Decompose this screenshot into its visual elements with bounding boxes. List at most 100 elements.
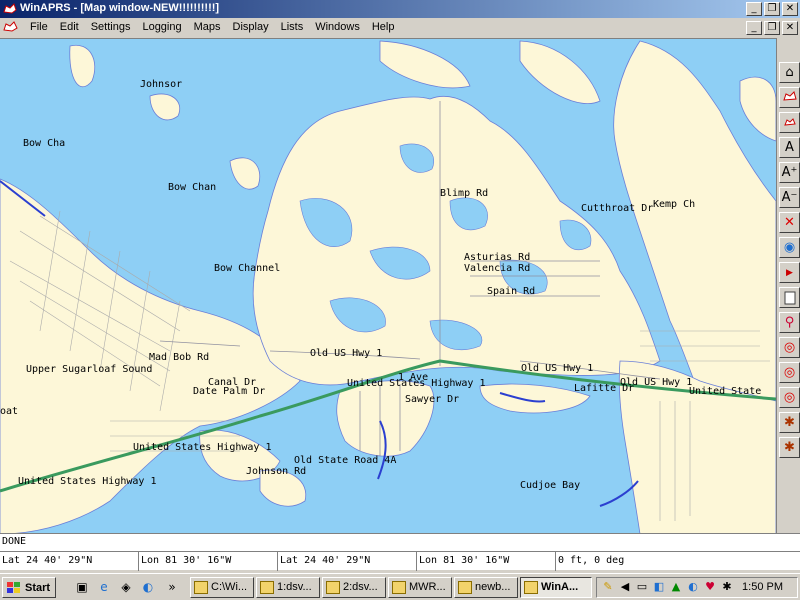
map-label-johnsor: Johnsor xyxy=(140,79,183,90)
task-button-dsv-1[interactable]: 1:dsv... xyxy=(256,577,320,598)
map-label-us-highway-1-left: United States Highway 1 xyxy=(18,476,157,487)
tray-antivirus-icon[interactable]: ▲ xyxy=(669,580,683,594)
winaprs-app-icon[interactable] xyxy=(3,2,17,16)
close-button[interactable]: ✕ xyxy=(782,2,798,16)
map-label-cutthroat-dr: Cutthroat Dr xyxy=(581,203,654,214)
task-button-winaprs[interactable]: WinA... xyxy=(520,577,592,598)
windows-logo-icon xyxy=(7,581,20,593)
target-icon-2[interactable]: ◎ xyxy=(779,362,800,383)
title-bar: WinAPRS - [Map window-NEW!!!!!!!!!!] _ ❐… xyxy=(0,0,800,18)
task-button-mwr[interactable]: MWR... xyxy=(388,577,452,598)
map-label-kemp-ch: Kemp Ch xyxy=(653,199,696,210)
map-label-old-us-hwy-1-b: Old US Hwy 1 xyxy=(521,363,594,374)
show-desktop-icon[interactable]: ▣ xyxy=(74,579,90,595)
menu-lists[interactable]: Lists xyxy=(275,21,310,33)
clear-icon[interactable]: ✕ xyxy=(779,212,800,233)
window-title: WinAPRS - [Map window-NEW!!!!!!!!!!] xyxy=(20,2,220,14)
folder-icon xyxy=(194,581,208,594)
winaprs-icon xyxy=(524,581,538,594)
tray-monitor-icon[interactable]: ▭ xyxy=(635,580,649,594)
map-label-united-state-right: United State xyxy=(689,386,762,397)
channels-icon[interactable]: ◈ xyxy=(118,579,134,595)
map-canvas[interactable]: Johnsor Bow Cha Bow Chan Bow Channel Bli… xyxy=(0,38,776,533)
doc-minimize-button[interactable]: _ xyxy=(746,21,762,35)
font-smaller-icon[interactable]: A⁻ xyxy=(779,187,800,208)
map-label-bow-channel: Bow Channel xyxy=(214,263,281,274)
task-button-explorer[interactable]: C:\Wi... xyxy=(190,577,254,598)
longitude-readout-2: Lon 81 30' 16"W xyxy=(417,552,556,571)
tray-volume-icon[interactable]: ◀ xyxy=(618,580,632,594)
outlook-icon[interactable]: ◐ xyxy=(140,579,156,595)
map-label-bow-cha: Bow Cha xyxy=(23,138,66,149)
tray-shield-icon[interactable]: ♥ xyxy=(703,580,717,594)
map-label-old-us-hwy-1-c: Old US Hwy 1 xyxy=(620,377,693,388)
bug-icon-1[interactable]: ✱ xyxy=(779,412,800,433)
map-label-oat: oat xyxy=(0,406,19,417)
latitude-readout-1: Lat 24 40' 29"N xyxy=(0,552,139,571)
target-icon-1[interactable]: ◎ xyxy=(779,337,800,358)
map-label-blimp-rd: Blimp Rd xyxy=(440,188,489,199)
document-window-icon[interactable] xyxy=(3,21,19,35)
tray-network-icon[interactable]: ◧ xyxy=(652,580,666,594)
map-label-bow-chan: Bow Chan xyxy=(168,182,217,193)
tray-messenger-icon[interactable]: ◐ xyxy=(686,580,700,594)
map-label-cudjoe-bay: Cudjoe Bay xyxy=(520,480,581,491)
play-icon[interactable]: ▶ xyxy=(779,262,800,283)
map-label-date-palm-dr: Date Palm Dr xyxy=(193,386,266,397)
latitude-readout-2: Lat 24 40' 29"N xyxy=(278,552,417,571)
program-icon xyxy=(458,581,472,594)
task-button-dsv-2[interactable]: 2:dsv... xyxy=(322,577,386,598)
clock[interactable]: 1:50 PM xyxy=(742,581,783,593)
menu-file[interactable]: File xyxy=(24,21,54,33)
system-tray: ✎ ◀ ▭ ◧ ▲ ◐ ♥ ✱ 1:50 PM xyxy=(596,577,798,598)
map-label-old-state-road-4a: Old State Road 4A xyxy=(294,455,397,466)
tray-pen-icon[interactable]: ✎ xyxy=(601,580,615,594)
menu-maps[interactable]: Maps xyxy=(188,21,227,33)
map-label-johnson-rd: Johnson Rd xyxy=(246,466,307,477)
menu-display[interactable]: Display xyxy=(227,21,275,33)
browser-icon[interactable]: e xyxy=(96,579,112,595)
home-icon[interactable]: ⌂ xyxy=(779,62,800,83)
minimize-button[interactable]: _ xyxy=(746,2,762,16)
doc-close-button[interactable]: ✕ xyxy=(782,21,798,35)
program-icon xyxy=(260,581,274,594)
altitude-heading-readout: 0 ft, 0 deg xyxy=(558,555,625,566)
menu-edit[interactable]: Edit xyxy=(54,21,85,33)
font-icon[interactable]: A xyxy=(779,137,800,158)
start-label: Start xyxy=(25,581,51,594)
blank-page-icon[interactable] xyxy=(779,287,800,308)
map-label-old-us-hwy-1-a: Old US Hwy 1 xyxy=(310,348,383,359)
program-icon xyxy=(392,581,406,594)
zoom-in-map-icon[interactable] xyxy=(779,87,800,108)
start-button[interactable]: Start xyxy=(2,577,56,598)
doc-restore-button[interactable]: ❐ xyxy=(764,21,780,35)
status-line: DONE xyxy=(0,533,800,551)
longitude-readout-1: Lon 81 30' 16"W xyxy=(139,552,278,571)
task-button-newb[interactable]: newb... xyxy=(454,577,518,598)
bug-icon-2[interactable]: ✱ xyxy=(779,437,800,458)
map-label-mad-bob-rd: Mad Bob Rd xyxy=(149,352,210,363)
font-larger-icon[interactable]: A⁺ xyxy=(779,162,800,183)
program-icon xyxy=(326,581,340,594)
restore-button[interactable]: ❐ xyxy=(764,2,780,16)
tray-tool-icon[interactable]: ✱ xyxy=(720,580,734,594)
map-label-asturias-rd: Asturias Rd xyxy=(464,252,531,263)
quicklaunch-chevron-icon[interactable]: » xyxy=(164,579,180,595)
map-label-valencia-rd: Valencia Rd xyxy=(464,263,531,274)
globe-icon[interactable]: ◉ xyxy=(779,237,800,258)
map-label-1-ave: 1 Ave xyxy=(398,372,429,383)
coordinates-bar: Lat 24 40' 29"N Lon 81 30' 16"W Lat 24 4… xyxy=(0,551,800,571)
menu-bar: File Edit Settings Logging Maps Display … xyxy=(0,18,800,38)
menu-windows[interactable]: Windows xyxy=(309,21,366,33)
taskbar: Start ▣ e ◈ ◐ » C:\Wi... 1:dsv... 2:dsv.… xyxy=(0,573,800,600)
pin-icon[interactable]: ⚲ xyxy=(779,312,800,333)
menu-logging[interactable]: Logging xyxy=(136,21,187,33)
zoom-out-map-icon[interactable] xyxy=(779,112,800,133)
map-label-upper-sugarloaf-sound: Upper Sugarloaf Sound xyxy=(26,364,153,375)
map-label-spain-rd: Spain Rd xyxy=(487,286,536,297)
target-icon-3[interactable]: ◎ xyxy=(779,387,800,408)
menu-settings[interactable]: Settings xyxy=(85,21,137,33)
map-label-sawyer-dr: Sawyer Dr xyxy=(405,394,460,405)
map-toolbar: ⌂ A A⁺ A⁻ ✕ ◉ ▶ ⚲ ◎ ◎ ◎ ✱ ✱ xyxy=(776,38,800,533)
menu-help[interactable]: Help xyxy=(366,21,401,33)
